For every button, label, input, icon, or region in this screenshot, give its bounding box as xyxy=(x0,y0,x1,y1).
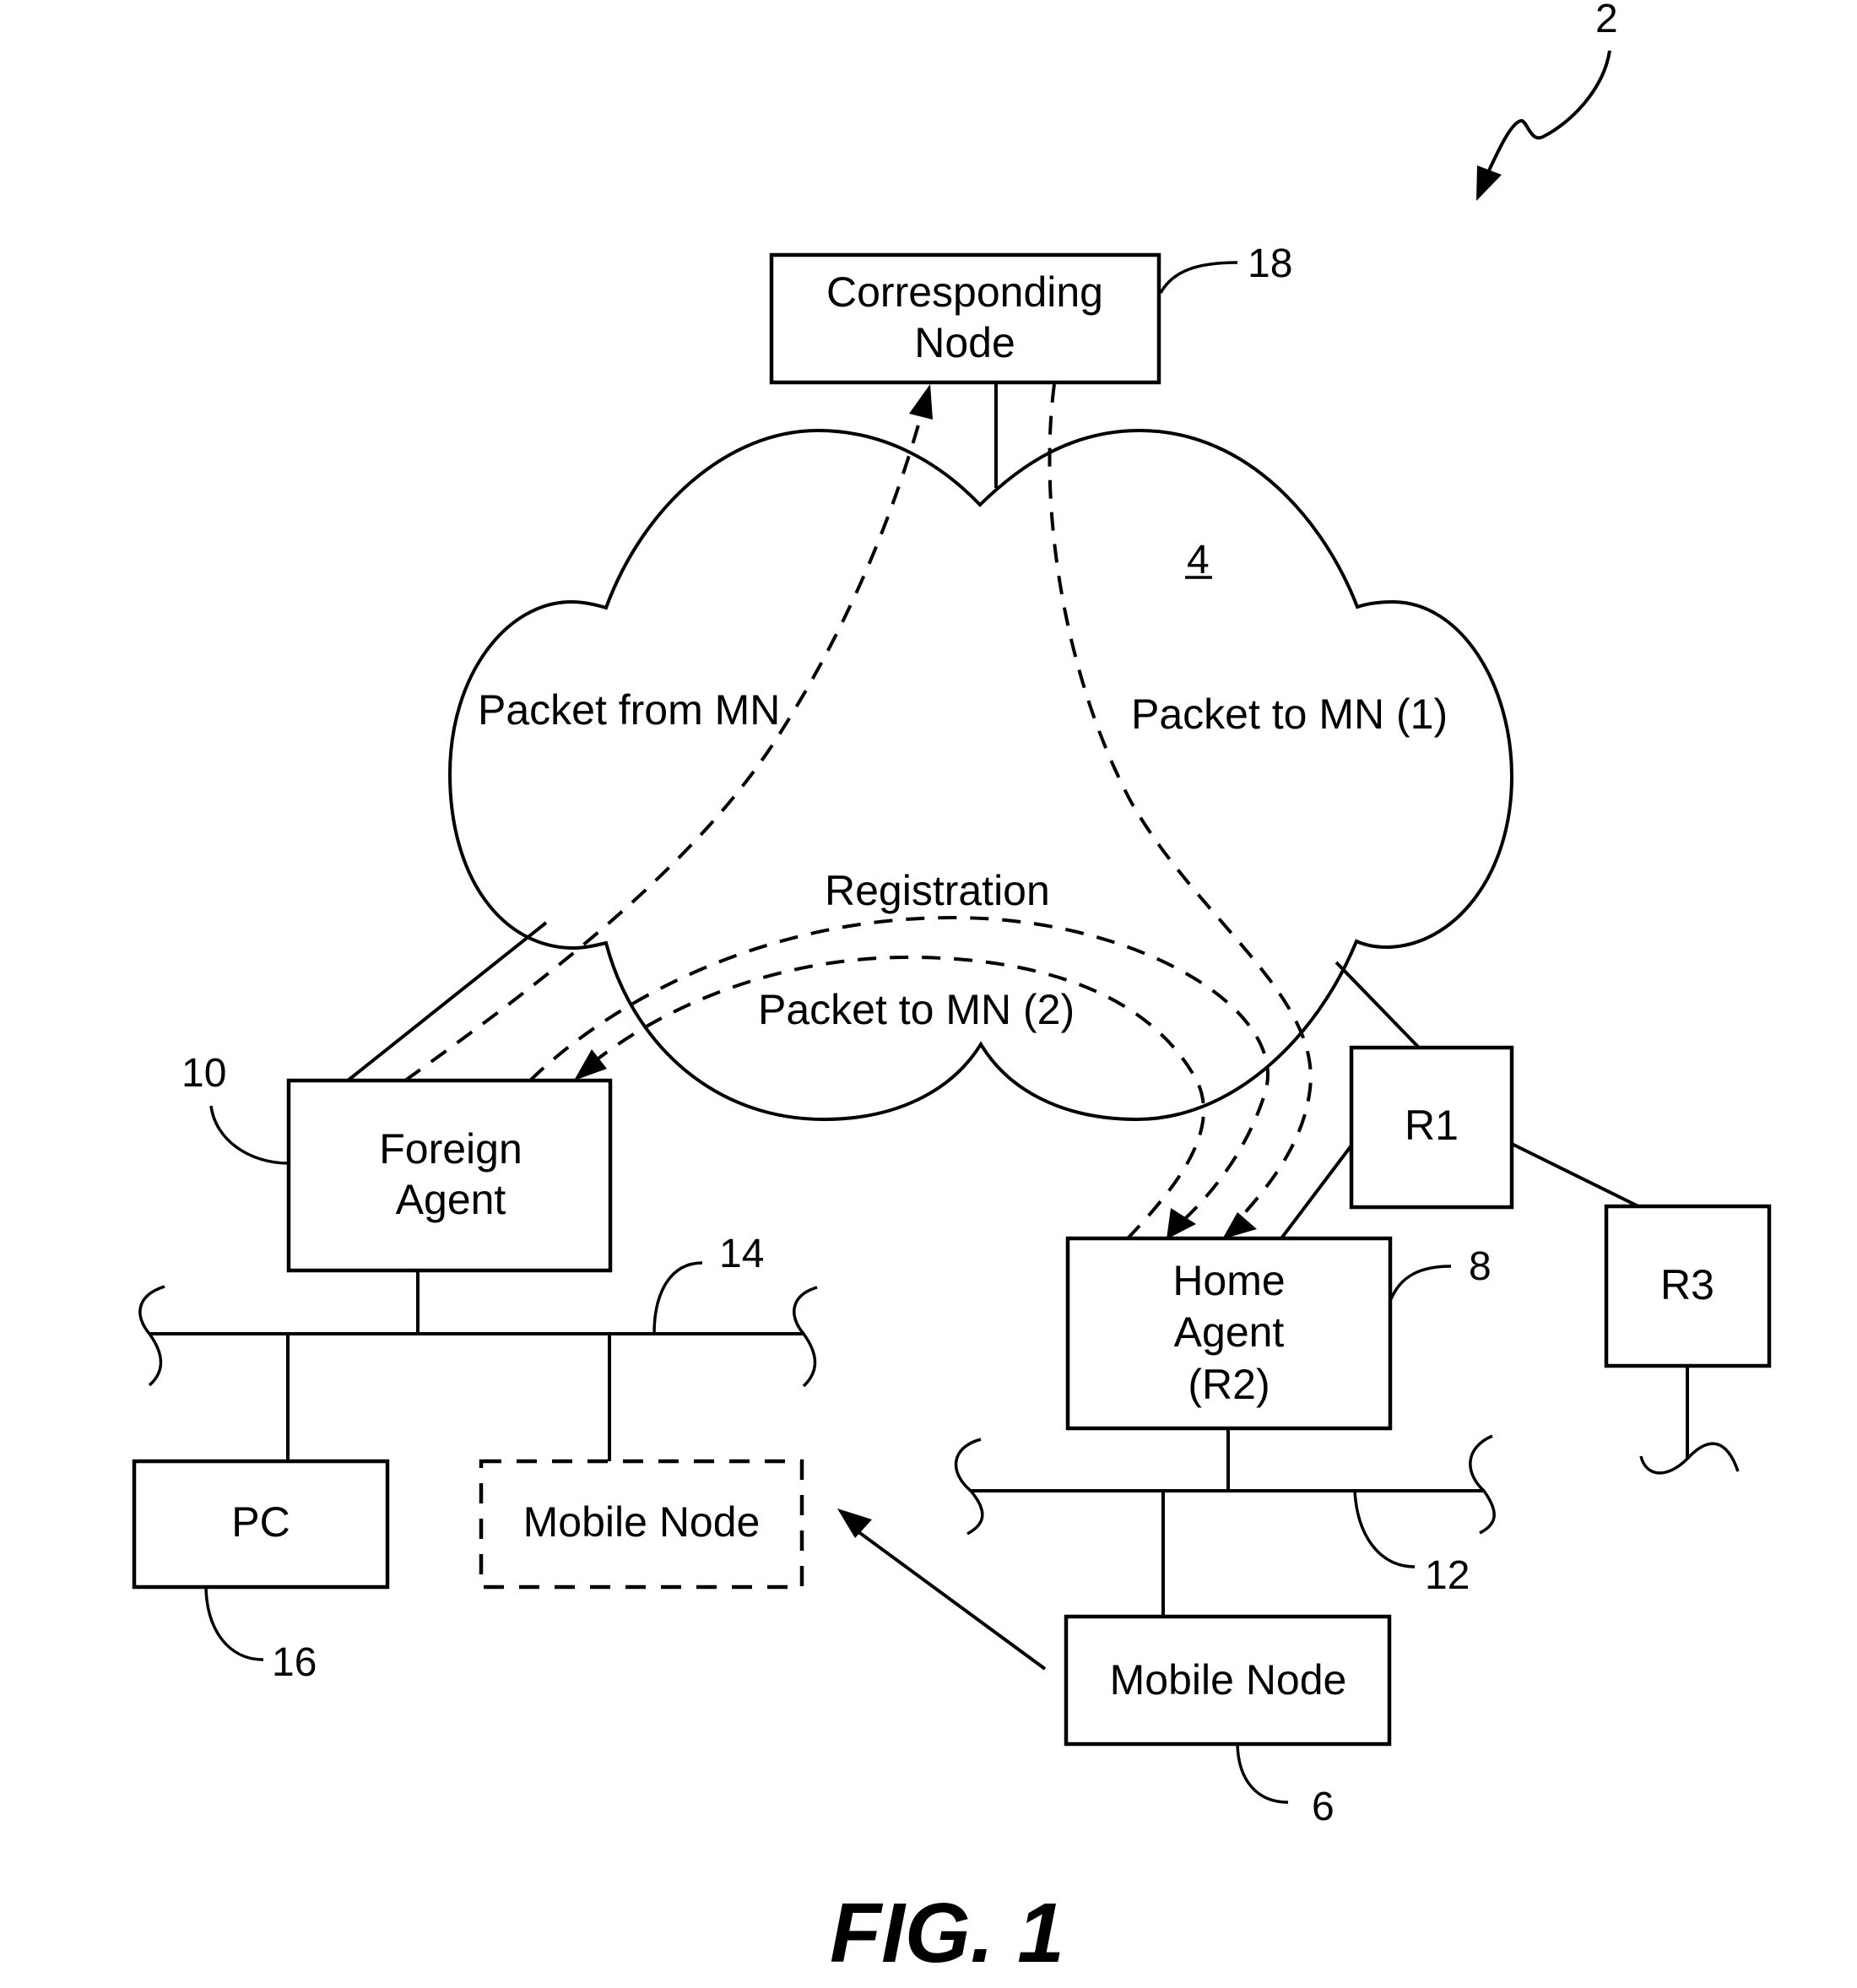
home-mobile-node-label: Mobile Node xyxy=(1110,1656,1347,1704)
flow-packet-from-mn-arrowhead-icon xyxy=(909,384,933,420)
home-agent-leader xyxy=(1389,1265,1452,1300)
home-mobile-node-leader xyxy=(1236,1743,1289,1804)
visiting-mobile-node-label: Mobile Node xyxy=(523,1498,761,1546)
mobile-node-move-arrowhead-icon xyxy=(837,1509,872,1538)
r3-network-break-icon xyxy=(1639,1442,1740,1475)
home-agent-label-line3: (R2) xyxy=(1188,1361,1270,1408)
flow-packet-to-mn-1-arrowhead-icon xyxy=(1222,1212,1257,1239)
home-agent-label-line2: Agent xyxy=(1174,1308,1285,1356)
foreign-lan-left-break-icon xyxy=(138,1285,165,1387)
visiting-mobile-node[interactable]: Mobile Node xyxy=(479,1459,804,1590)
foreign-lan-right-break-icon xyxy=(793,1286,818,1388)
r1-cloud-link xyxy=(1335,961,1421,1049)
router-r1-label: R1 xyxy=(1405,1102,1459,1149)
r1-home-agent-link xyxy=(1280,1144,1353,1240)
foreign-agent-cloud-link xyxy=(346,921,548,1082)
figure-reference-leader xyxy=(1482,50,1611,182)
corresponding-node-label-line1: Corresponding xyxy=(826,268,1103,316)
foreign-agent-leader xyxy=(209,1105,290,1165)
mobile-node-move-arrow-line xyxy=(853,1527,1047,1671)
foreign-agent[interactable]: Foreign Agent xyxy=(286,1078,613,1273)
flow-label-packet-to-mn-2: Packet to MN (2) xyxy=(758,986,1075,1033)
flow-label-packet-from-mn: Packet from MN xyxy=(478,686,780,734)
foreign-agent-label-line2: Agent xyxy=(396,1176,506,1223)
router-r1[interactable]: R1 xyxy=(1349,1045,1514,1210)
home-lan-right-break-icon xyxy=(1469,1434,1496,1535)
flow-label-registration: Registration xyxy=(825,867,1050,914)
corresponding-node-label-line2: Node xyxy=(914,319,1015,366)
figure-reference-arrowhead-icon xyxy=(1476,165,1502,201)
pc[interactable]: PC xyxy=(132,1459,390,1590)
mobile-ip-network-diagram: 2 4 Corresponding Node 18 Packet from MN… xyxy=(132,0,1772,1980)
figure-reference-2: 2 xyxy=(1476,0,1618,201)
home-agent-label-line1: Home xyxy=(1172,1257,1285,1304)
flow-packet-to-mn-1 xyxy=(1048,383,1313,1230)
figure-caption: FIG. 1 xyxy=(830,1886,1064,1980)
corresponding-node[interactable]: Corresponding Node xyxy=(769,252,1161,385)
home-mobile-node-reference: 6 xyxy=(1312,1785,1335,1829)
flow-registration xyxy=(528,915,1270,1230)
home-lan-reference: 12 xyxy=(1425,1553,1470,1598)
router-r3[interactable]: R3 xyxy=(1604,1204,1772,1368)
pc-reference: 16 xyxy=(272,1640,317,1685)
figure-reference-number: 2 xyxy=(1595,0,1618,41)
home-lan-left-break-icon xyxy=(954,1438,984,1536)
foreign-agent-label-line1: Foreign xyxy=(379,1125,522,1173)
flow-label-packet-to-mn-1: Packet to MN (1) xyxy=(1131,691,1448,738)
home-agent-reference: 8 xyxy=(1469,1244,1492,1289)
corresponding-node-reference: 18 xyxy=(1248,241,1292,286)
r1-r3-link xyxy=(1511,1142,1639,1208)
corresponding-node-leader xyxy=(1159,261,1238,294)
foreign-lan-reference: 14 xyxy=(719,1232,764,1276)
flow-packet-from-mn xyxy=(403,400,927,1082)
router-r3-label: R3 xyxy=(1660,1261,1714,1308)
pc-label: PC xyxy=(231,1498,290,1546)
pc-leader xyxy=(204,1586,264,1661)
foreign-agent-reference: 10 xyxy=(181,1051,226,1096)
cloud-reference-number: 4 xyxy=(1187,538,1210,582)
foreign-lan-leader xyxy=(652,1261,703,1335)
cloud-reference: 4 xyxy=(1185,538,1212,582)
home-lan-leader xyxy=(1353,1490,1416,1568)
home-mobile-node[interactable]: Mobile Node xyxy=(1064,1614,1392,1747)
home-agent[interactable]: Home Agent (R2) xyxy=(1065,1236,1393,1431)
